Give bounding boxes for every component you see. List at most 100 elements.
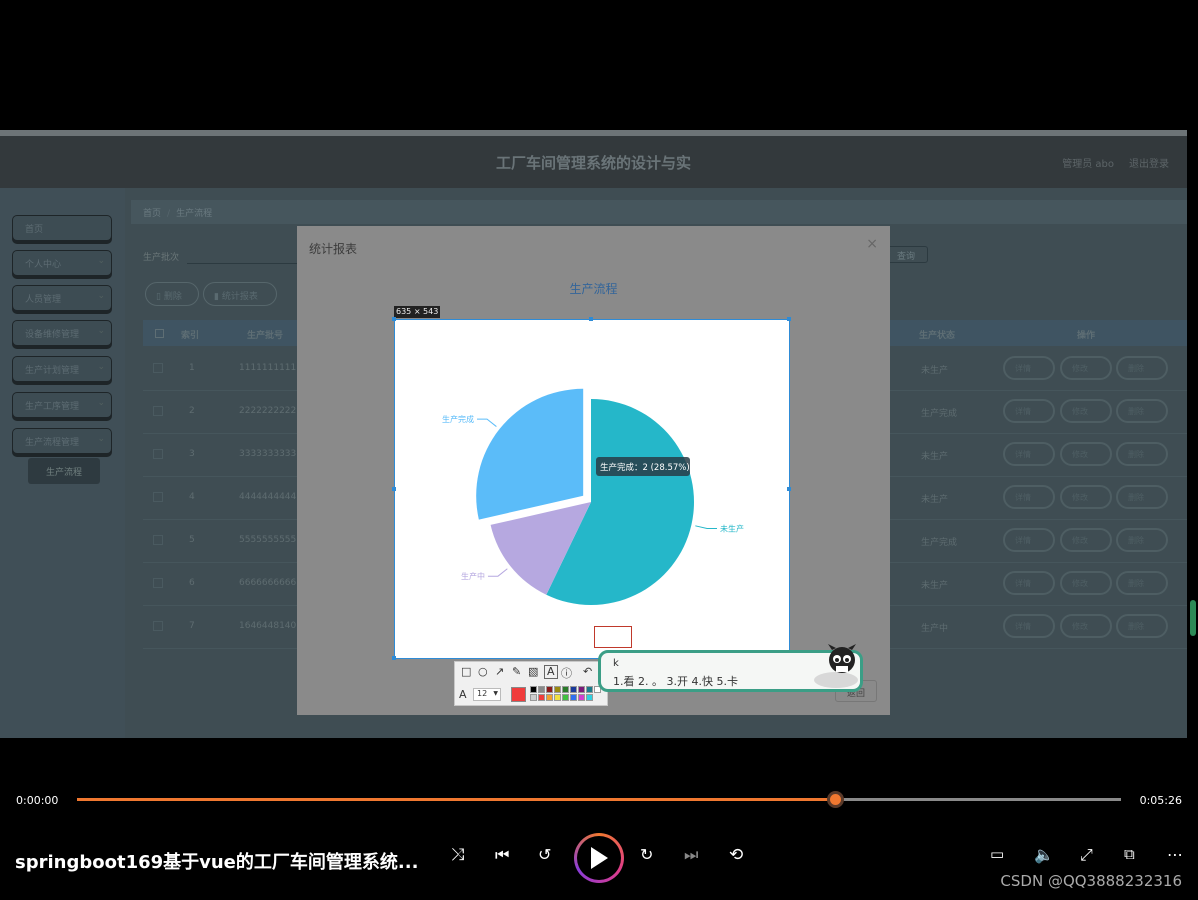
view-button[interactable]: 详情 [1003,485,1055,509]
modal-title: 统计报表 [309,242,358,256]
delete-row-button[interactable]: 删除 [1116,614,1168,638]
color-swatch[interactable] [538,686,545,693]
row-checkbox[interactable] [153,578,163,588]
color-swatch[interactable] [562,694,569,701]
color-swatch[interactable] [562,686,569,693]
delete-row-button[interactable]: 删除 [1116,442,1168,466]
view-button[interactable]: 详情 [1003,442,1055,466]
row-status: 生产完成 [921,409,958,419]
ime-candidates[interactable]: 1.看 2. 。 3.开 4.快 5.卡 [613,673,738,689]
resize-handle[interactable] [589,317,593,321]
forward-30-icon[interactable]: ↻ [640,845,653,864]
color-swatch[interactable] [546,694,553,701]
delete-row-button[interactable]: 删除 [1116,485,1168,509]
sidebar-item-home[interactable]: 首页 [12,215,112,241]
sidebar-item-repair[interactable]: 设备维修管理 ⌄ [12,320,112,346]
play-button[interactable] [574,833,624,883]
sidebar-item-process[interactable]: 生产工序管理 ⌄ [12,392,112,418]
color-swatch[interactable] [546,686,553,693]
color-swatch[interactable] [578,686,585,693]
repeat-off-icon[interactable]: ⟲ [729,845,743,865]
scrollbar-thumb[interactable] [1190,600,1196,636]
arrow-icon[interactable]: ↗ [495,665,504,678]
color-swatch[interactable] [570,686,577,693]
sidebar-item-label: 生产工序管理 [25,402,80,412]
seek-bar[interactable] [77,791,1121,808]
undo-icon[interactable]: ↶ [583,665,592,678]
sidebar-item-staff[interactable]: 人员管理 ⌄ [12,285,112,311]
view-button[interactable]: 详情 [1003,356,1055,380]
view-button[interactable]: 详情 [1003,528,1055,552]
view-button[interactable]: 详情 [1003,571,1055,595]
subtitles-icon[interactable]: ▭ [990,845,1004,863]
shuffle-icon[interactable]: ⤨ [451,845,465,865]
previous-icon[interactable]: ⏮ [495,845,509,865]
more-icon[interactable]: ⋯ [1167,845,1183,864]
resize-handle[interactable] [787,487,791,491]
seek-handle[interactable] [826,791,844,808]
resize-handle[interactable] [392,656,396,660]
row-checkbox[interactable] [153,535,163,545]
delete-row-button[interactable]: 删除 [1116,571,1168,595]
next-icon[interactable]: ⏭ [684,845,698,865]
delete-label: 删除 [163,292,182,302]
close-icon[interactable]: × [866,236,878,252]
edit-button[interactable]: 修改 [1060,399,1112,423]
rectangle-icon[interactable]: □ [461,665,471,678]
report-button[interactable]: ▮ 统计报表 [203,282,277,306]
color-swatch[interactable] [578,694,585,701]
select-all-checkbox[interactable] [155,329,164,338]
sidebar-subitem-flow[interactable]: 生产流程 [28,458,100,484]
screenshot-capture-area[interactable]: 未生产 生产中 生产完成 生产完成：2 (28.57%) [394,319,790,659]
color-swatch[interactable] [530,694,537,701]
mosaic-icon[interactable]: ▧ [528,665,538,678]
row-checkbox[interactable] [153,449,163,459]
edit-button[interactable]: 修改 [1060,442,1112,466]
fullscreen-icon[interactable]: ⤢ [1080,845,1093,865]
color-swatch[interactable] [570,694,577,701]
color-swatch[interactable] [554,686,561,693]
rewind-10-icon[interactable]: ↺ [538,845,551,864]
sidebar-item-profile[interactable]: 个人中心 ⌄ [12,250,112,276]
resize-handle[interactable] [787,317,791,321]
text-tool-icon[interactable]: A [544,665,558,679]
mini-player-icon[interactable]: ⧉ [1124,845,1135,863]
ellipse-icon[interactable]: ○ [478,665,488,678]
color-swatch[interactable] [586,686,593,693]
row-index: 2 [189,406,195,416]
current-color-swatch[interactable] [511,687,526,702]
ime-mascot-icon [814,644,858,688]
resize-handle[interactable] [392,317,396,321]
edit-button[interactable]: 修改 [1060,571,1112,595]
logout-link[interactable]: 退出登录 [1129,155,1169,170]
color-swatch[interactable] [538,694,545,701]
breadcrumb-home[interactable]: 首页 [143,209,161,219]
sidebar-item-flow[interactable]: 生产流程管理 ⌄ [12,428,112,454]
color-swatch[interactable] [530,686,537,693]
edit-button[interactable]: 修改 [1060,528,1112,552]
edit-button[interactable]: 修改 [1060,614,1112,638]
color-swatch[interactable] [586,694,593,701]
color-swatch[interactable] [554,694,561,701]
pie-slice[interactable] [476,388,584,520]
pencil-icon[interactable]: ✎ [512,665,521,678]
row-checkbox[interactable] [153,406,163,416]
view-button[interactable]: 详情 [1003,399,1055,423]
row-checkbox[interactable] [153,621,163,631]
delete-button[interactable]: ▯ 删除 [145,282,199,306]
row-checkbox[interactable] [153,363,163,373]
delete-row-button[interactable]: 删除 [1116,528,1168,552]
delete-row-button[interactable]: 删除 [1116,399,1168,423]
edit-button[interactable]: 修改 [1060,485,1112,509]
edit-button[interactable]: 修改 [1060,356,1112,380]
search-input[interactable] [187,246,299,264]
font-size-select[interactable]: 12 ▼ [473,688,501,701]
row-checkbox[interactable] [153,492,163,502]
number-marker-icon[interactable]: ⓘ [561,665,572,681]
sidebar-item-plan[interactable]: 生产计划管理 ⌄ [12,356,112,382]
volume-icon[interactable]: 🔈 [1034,845,1054,864]
view-button[interactable]: 详情 [1003,614,1055,638]
delete-row-button[interactable]: 删除 [1116,356,1168,380]
text-input-box[interactable] [594,626,632,648]
resize-handle[interactable] [392,487,396,491]
